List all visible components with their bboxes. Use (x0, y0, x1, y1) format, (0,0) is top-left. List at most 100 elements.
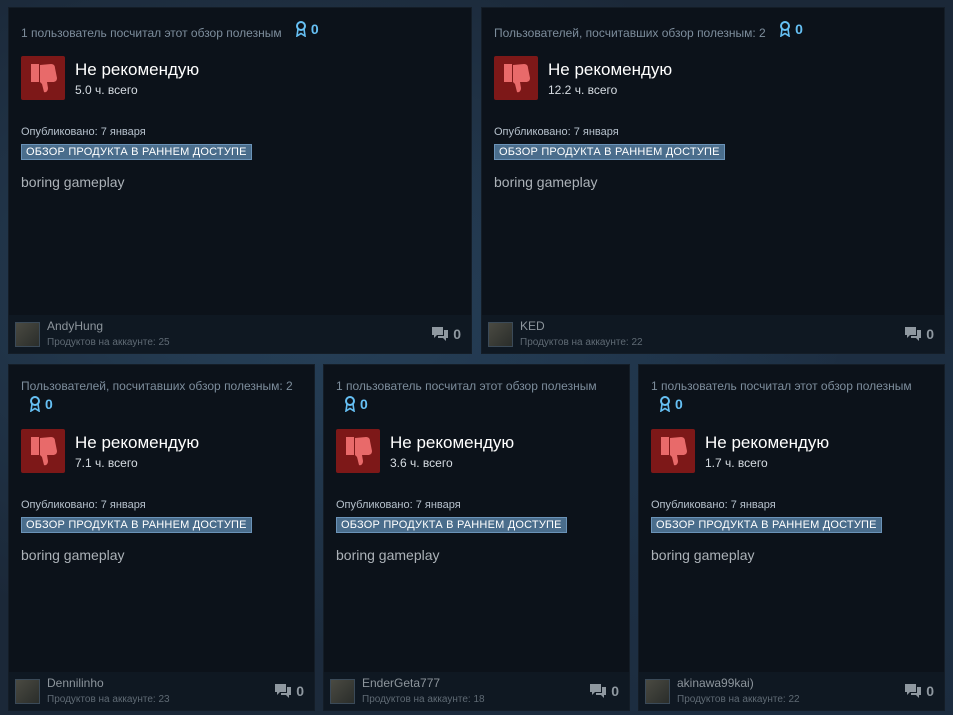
review-card: 1 пользователь посчитал этот обзор полез… (638, 364, 945, 711)
review-card: Пользователей, посчитавших обзор полезны… (8, 364, 315, 711)
comment-icon (275, 684, 292, 698)
award-button[interactable]: 0 (295, 20, 319, 38)
comments-button[interactable]: 0 (431, 326, 465, 342)
award-icon (30, 396, 40, 412)
helpful-row: 1 пользователь посчитал этот обзор полез… (21, 20, 459, 42)
hours-played: 3.6 ч. всего (390, 455, 453, 470)
review-text[interactable]: boring gameplay (21, 174, 459, 190)
thumbs-down-icon (651, 429, 695, 473)
award-button[interactable]: 0 (344, 395, 368, 413)
comment-count: 0 (611, 683, 619, 699)
comment-count: 0 (453, 326, 461, 342)
verdict-row[interactable]: Не рекомендую 7.1 ч. всего (21, 429, 302, 473)
avatar[interactable] (15, 678, 40, 704)
review-text[interactable]: boring gameplay (494, 174, 932, 190)
review-text[interactable]: boring gameplay (336, 547, 617, 563)
award-count: 0 (675, 396, 683, 412)
helpful-row: Пользователей, посчитавших обзор полезны… (21, 377, 302, 417)
early-access-badge: ОБЗОР ПРОДУКТА В РАННЕМ ДОСТУПЕ (651, 517, 882, 533)
user-products: Продуктов на аккаунте: 23 (47, 694, 170, 705)
comment-icon (590, 684, 607, 698)
verdict-row[interactable]: Не рекомендую 1.7 ч. всего (651, 429, 932, 473)
hours-played: 5.0 ч. всего (75, 82, 138, 97)
comment-icon (905, 684, 922, 698)
review-footer: Dennilinho Продуктов на аккаунте: 23 0 (9, 672, 314, 710)
hours-played: 12.2 ч. всего (548, 82, 618, 97)
user-products: Продуктов на аккаунте: 18 (362, 694, 485, 705)
helpful-row: 1 пользователь посчитал этот обзор полез… (336, 377, 617, 417)
award-icon (660, 396, 670, 412)
comments-button[interactable]: 0 (589, 683, 623, 699)
early-access-badge: ОБЗОР ПРОДУКТА В РАННЕМ ДОСТУПЕ (21, 517, 252, 533)
user-name[interactable]: KED (520, 319, 643, 334)
review-footer: akinawa99kai) Продуктов на аккаунте: 22 … (639, 672, 944, 710)
avatar[interactable] (15, 321, 40, 347)
user-products: Продуктов на аккаунте: 22 (677, 694, 800, 705)
award-count: 0 (360, 396, 368, 412)
comment-count: 0 (926, 326, 934, 342)
thumbs-down-icon (21, 56, 65, 100)
verdict-title[interactable]: Не рекомендую (75, 433, 199, 453)
verdict-row[interactable]: Не рекомендую 12.2 ч. всего (494, 56, 932, 100)
helpful-text: 1 пользователь посчитал этот обзор полез… (651, 379, 912, 393)
posted-date: Опубликовано: 7 января (336, 499, 461, 511)
award-count: 0 (310, 21, 319, 37)
review-card: 1 пользователь посчитал этот обзор полез… (323, 364, 630, 711)
helpful-row: Пользователей, посчитавших обзор полезны… (494, 20, 932, 42)
user-name[interactable]: Dennilinho (47, 676, 170, 691)
user-products: Продуктов на аккаунте: 22 (520, 337, 643, 348)
posted-date: Опубликовано: 7 января (21, 499, 146, 511)
review-text[interactable]: boring gameplay (651, 547, 932, 563)
early-access-badge: ОБЗОР ПРОДУКТА В РАННЕМ ДОСТУПЕ (336, 517, 567, 533)
review-card: 1 пользователь посчитал этот обзор полез… (8, 7, 472, 354)
user-name[interactable]: AndyHung (47, 319, 170, 334)
user-name[interactable]: akinawa99kai) (677, 676, 800, 691)
verdict-row[interactable]: Не рекомендую 3.6 ч. всего (336, 429, 617, 473)
award-icon (780, 21, 791, 37)
comment-count: 0 (296, 683, 304, 699)
helpful-row: 1 пользователь посчитал этот обзор полез… (651, 377, 932, 417)
early-access-badge: ОБЗОР ПРОДУКТА В РАННЕМ ДОСТУПЕ (494, 144, 725, 160)
review-footer: KED Продуктов на аккаунте: 22 0 (482, 315, 944, 353)
posted-date: Опубликовано: 7 января (494, 126, 619, 138)
hours-played: 1.7 ч. всего (705, 455, 768, 470)
posted-date: Опубликовано: 7 января (651, 499, 776, 511)
user-name[interactable]: EnderGeta777 (362, 676, 485, 691)
award-button[interactable]: 0 (779, 20, 803, 38)
posted-date: Опубликовано: 7 января (21, 126, 146, 138)
helpful-text: Пользователей, посчитавших обзор полезны… (21, 379, 293, 393)
award-count: 0 (795, 21, 803, 37)
comments-button[interactable]: 0 (904, 683, 938, 699)
review-text[interactable]: boring gameplay (21, 547, 302, 563)
award-button[interactable]: 0 (29, 395, 53, 413)
comment-count: 0 (926, 683, 934, 699)
review-card: Пользователей, посчитавших обзор полезны… (481, 7, 945, 354)
verdict-title[interactable]: Не рекомендую (390, 433, 514, 453)
review-footer: AndyHung Продуктов на аккаунте: 25 0 (9, 315, 471, 353)
helpful-text: Пользователей, посчитавших обзор полезны… (494, 26, 766, 40)
hours-played: 7.1 ч. всего (75, 455, 138, 470)
helpful-text: 1 пользователь посчитал этот обзор полез… (21, 26, 282, 40)
award-button[interactable]: 0 (659, 395, 683, 413)
comment-icon (432, 327, 449, 341)
helpful-text: 1 пользователь посчитал этот обзор полез… (336, 379, 597, 393)
award-icon (345, 396, 355, 412)
avatar[interactable] (488, 321, 513, 347)
early-access-badge: ОБЗОР ПРОДУКТА В РАННЕМ ДОСТУПЕ (21, 144, 252, 160)
award-count: 0 (45, 396, 53, 412)
user-products: Продуктов на аккаунте: 25 (47, 337, 170, 348)
avatar[interactable] (645, 678, 670, 704)
verdict-title[interactable]: Не рекомендую (548, 60, 672, 80)
thumbs-down-icon (21, 429, 65, 473)
verdict-row[interactable]: Не рекомендую 5.0 ч. всего (21, 56, 459, 100)
comment-icon (905, 327, 922, 341)
thumbs-down-icon (336, 429, 380, 473)
review-footer: EnderGeta777 Продуктов на аккаунте: 18 0 (324, 672, 629, 710)
award-icon (295, 21, 306, 37)
comments-button[interactable]: 0 (904, 326, 938, 342)
comments-button[interactable]: 0 (274, 683, 308, 699)
avatar[interactable] (330, 678, 355, 704)
thumbs-down-icon (494, 56, 538, 100)
verdict-title[interactable]: Не рекомендую (75, 60, 199, 80)
verdict-title[interactable]: Не рекомендую (705, 433, 829, 453)
